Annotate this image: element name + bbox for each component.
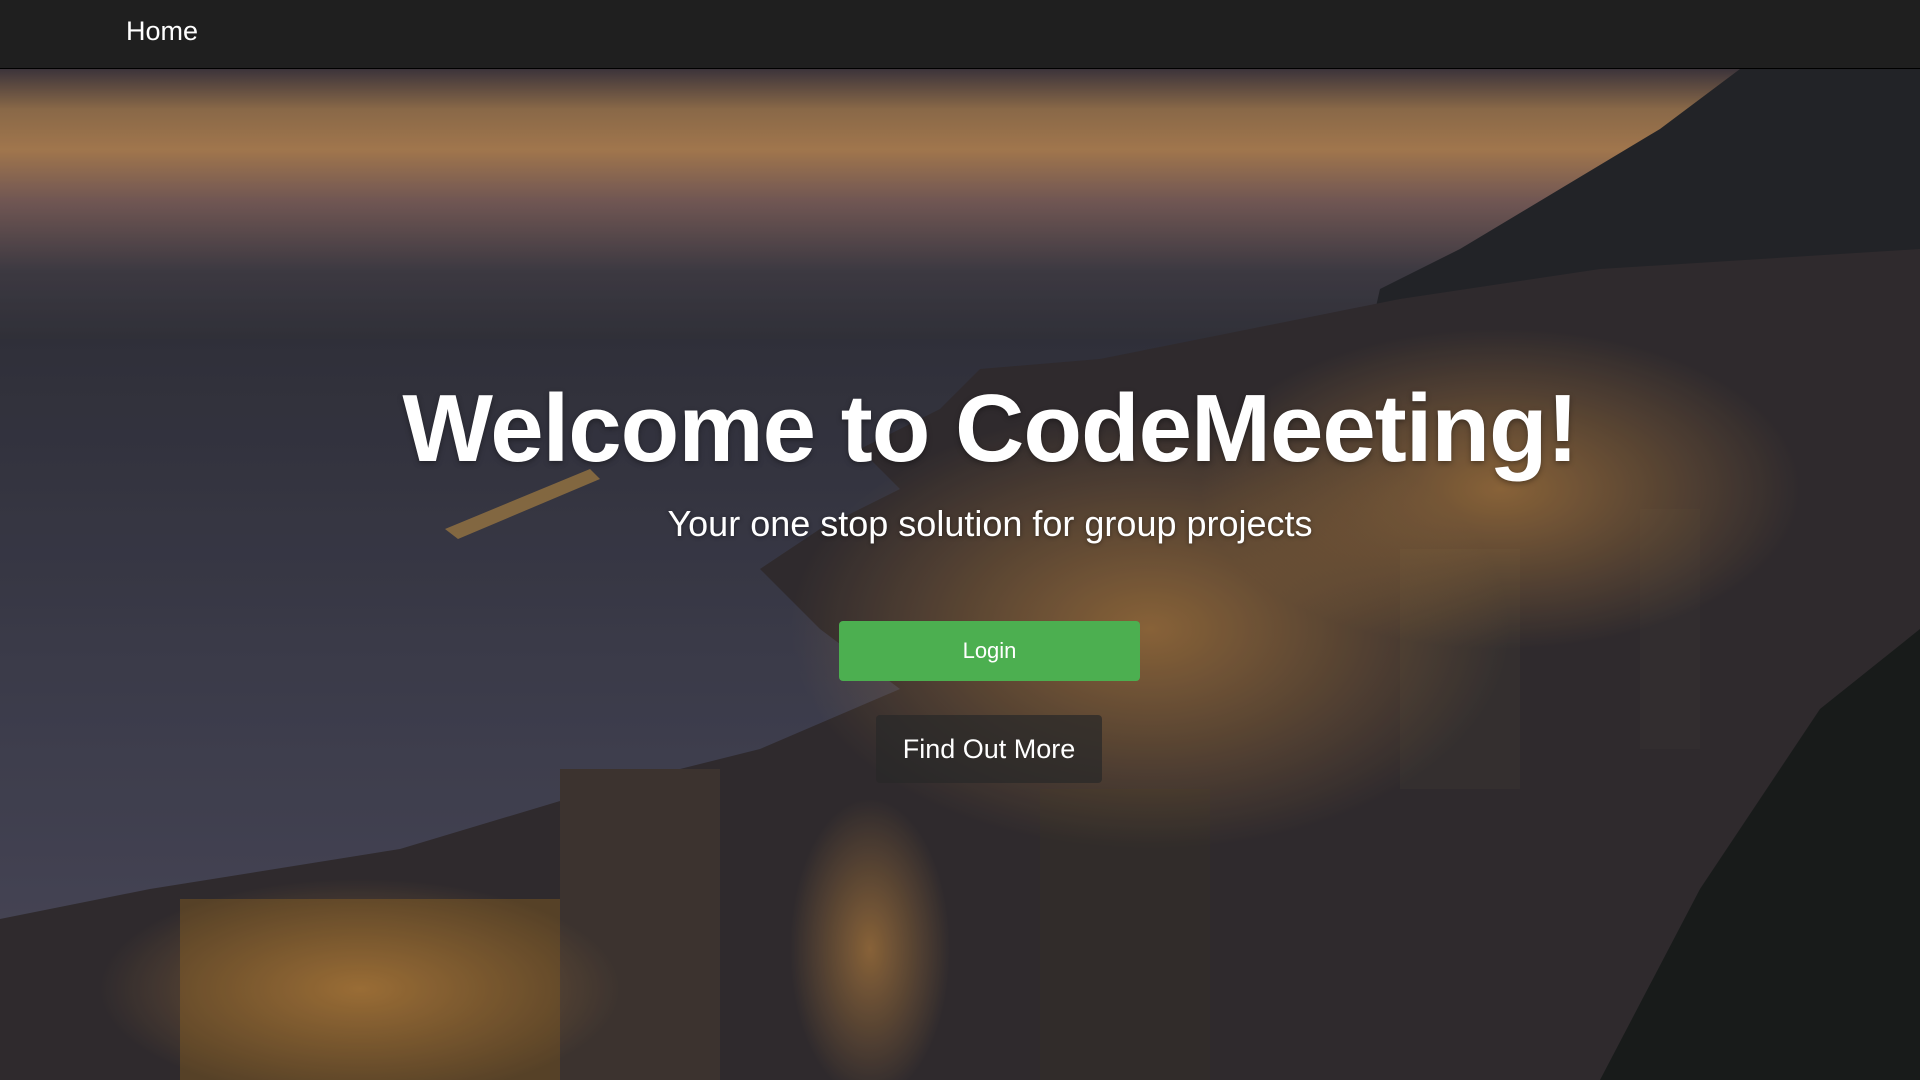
find-out-more-button[interactable]: Find Out More (876, 715, 1102, 783)
top-navbar: Home (0, 0, 1920, 69)
hero-subtitle: Your one stop solution for group project… (667, 503, 1313, 544)
nav-home-link[interactable]: Home (126, 14, 198, 48)
hero-title: Welcome to CodeMeeting! (402, 375, 1578, 482)
hero-section: Welcome to CodeMeeting! Your one stop so… (0, 69, 1920, 1080)
login-button[interactable]: Login (839, 621, 1140, 681)
hero-dark-overlay (0, 69, 1920, 1080)
